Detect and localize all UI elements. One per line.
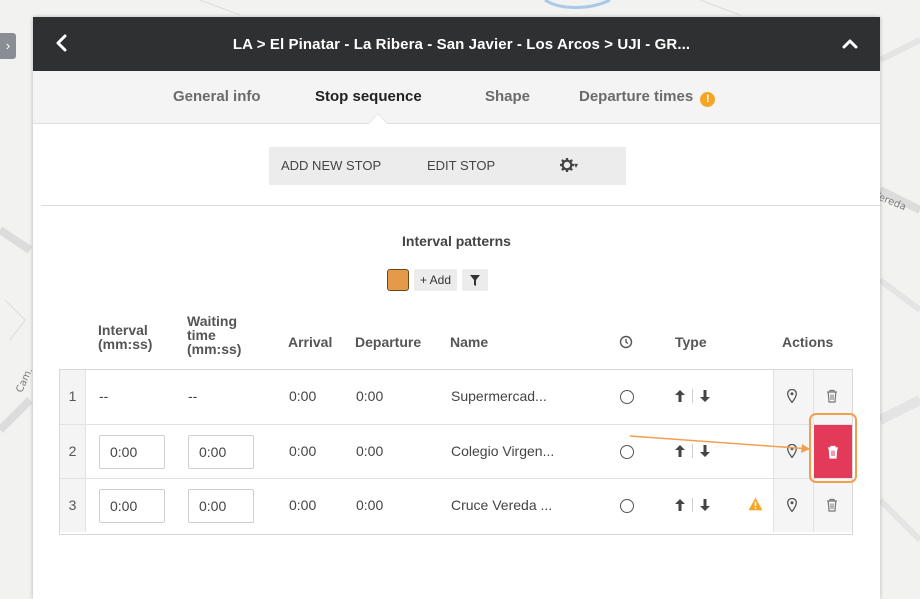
tab-general-info[interactable]: General info [173,88,261,105]
arrival-value: 0:00 [289,443,317,459]
arrival-value: 0:00 [289,497,317,513]
waiting-time-input[interactable] [188,489,254,523]
add-interval-pattern-button[interactable]: + Add [414,269,458,291]
departure-value: 0:00 [356,388,384,404]
tab-departure-times-label: Departure times [579,88,694,105]
header-interval: Interval (mm:ss) [98,323,152,351]
timepoint-radio[interactable] [620,499,634,513]
header-arrival: Arrival [288,334,333,350]
filter-button[interactable] [462,269,489,291]
header-type: Type [675,334,707,350]
warning-badge-icon: ! [700,92,716,107]
departure-value: 0:00 [356,443,384,459]
route-title: LA > El Pinatar - La Ribera - San Javier… [232,35,691,53]
back-button[interactable] [51,32,73,54]
header-name: Name [450,334,489,350]
stop-name[interactable]: Colegio Virgen... [451,425,554,478]
route-editor-panel: LA > El Pinatar - La Ribera - San Javier… [33,17,880,599]
trash-icon[interactable] [826,389,838,403]
row-number: 1 [60,370,86,424]
arrow-down-icon[interactable] [699,444,711,458]
table-row: 2 0:00 0:00 Colegio Virgen... [60,424,852,478]
chevron-right-icon: › [5,38,11,53]
header-departure: Departure [355,334,422,350]
arrival-value: 0:00 [289,388,317,404]
arrow-down-icon[interactable] [699,498,711,512]
edit-stop-button[interactable]: EDIT STOP [427,147,495,185]
chevron-up-icon [842,39,858,49]
active-tab-indicator [369,114,387,124]
interval-value: -- [99,388,109,404]
stop-toolbar: ADD NEW STOP EDIT STOP ▾ [269,147,626,185]
header-interval-line2: (mm:ss) [98,336,153,352]
type-arrows [674,389,711,403]
chevron-left-icon [56,34,67,52]
interval-patterns-controls: + Add [387,267,489,293]
stop-name[interactable]: Cruce Vereda ... [451,479,552,532]
departure-value: 0:00 [356,497,384,513]
add-new-stop-button[interactable]: ADD NEW STOP [281,147,381,185]
header-timepoint [619,335,633,351]
interval-input[interactable] [99,435,165,469]
table-row: 3 0:00 0:00 Cruce Vereda ... [60,478,852,532]
tab-bar: General info Stop sequence Shape Departu… [33,71,880,124]
arrow-up-icon[interactable] [674,389,686,403]
waiting-value: -- [188,388,198,404]
interval-patterns-title: Interval patterns [402,233,511,249]
settings-dropdown-button[interactable]: ▾ [559,147,579,185]
clock-icon [619,335,633,349]
tab-stop-sequence[interactable]: Stop sequence [315,88,422,105]
trash-icon[interactable] [826,498,838,512]
interval-input[interactable] [99,489,165,523]
table-row: 1 -- -- 0:00 0:00 Supermercad... [60,370,852,424]
arrow-up-icon[interactable] [674,444,686,458]
tab-departure-times[interactable]: Departure times ! [579,88,716,107]
header-waiting-line1: Waiting [187,313,238,329]
type-separator [692,444,693,458]
type-separator [692,389,693,403]
type-separator [692,498,693,512]
header-waiting-line3: (mm:ss) [187,341,242,357]
location-pin-icon[interactable] [787,444,797,458]
collapse-button[interactable] [840,34,860,54]
header-waiting-time: Waiting time (mm:ss) [187,314,241,356]
row-number: 2 [60,425,86,478]
panel-header: LA > El Pinatar - La Ribera - San Javier… [33,17,880,71]
tab-shape[interactable]: Shape [485,88,530,105]
type-arrows [674,444,711,458]
header-actions: Actions [782,334,834,350]
location-pin-icon[interactable] [787,498,797,512]
timepoint-radio[interactable] [620,390,634,404]
header-interval-line1: Interval [98,322,148,338]
filter-icon [470,274,481,286]
section-divider [41,205,880,206]
gear-icon [559,157,575,173]
stops-table: 1 -- -- 0:00 0:00 Supermercad... 2 0:00 … [59,369,853,535]
stop-name[interactable]: Supermercad... [451,370,547,423]
arrow-down-icon[interactable] [699,389,711,403]
warning-triangle-icon [748,497,763,511]
timepoint-radio[interactable] [620,445,634,459]
waiting-time-input[interactable] [188,435,254,469]
type-arrows [674,498,711,512]
annotation-highlight [809,413,857,483]
dropdown-caret-icon: ▾ [574,161,579,170]
actions-separator [813,479,814,532]
header-waiting-line2: time [187,327,216,343]
interval-pattern-swatch[interactable] [387,269,409,291]
expand-sidebar-button[interactable]: › [0,33,16,59]
location-pin-icon[interactable] [787,389,797,403]
row-number: 3 [60,479,86,532]
arrow-up-icon[interactable] [674,498,686,512]
